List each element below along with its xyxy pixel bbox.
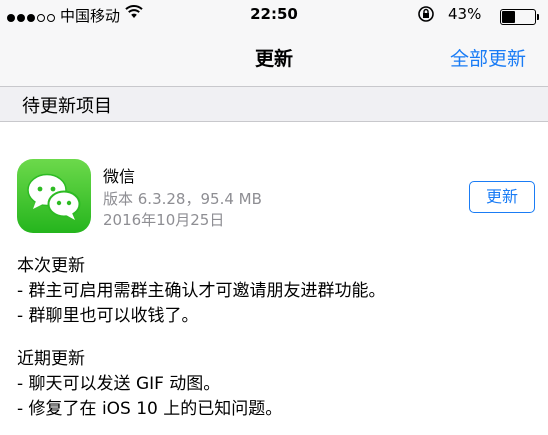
battery-icon	[500, 9, 539, 25]
wechat-icon[interactable]	[17, 159, 91, 233]
update-button[interactable]: 更新	[469, 181, 535, 213]
app-version: 版本 6.3.28，95.4 MB	[103, 190, 262, 208]
battery-percent: 43%	[448, 5, 482, 23]
release-note-item: - 聊天可以发送 GIF 动图。	[17, 374, 221, 394]
recent-update-header: 近期更新	[17, 349, 85, 369]
release-note-item: - 修复了在 iOS 10 上的已知问题。	[17, 399, 283, 419]
release-notes: 本次更新 - 群主可启用需群主确认才可邀请朋友进群功能。 - 群聊里也可以收钱了…	[17, 254, 386, 422]
release-note-item: - 群主可启用需群主确认才可邀请朋友进群功能。	[17, 281, 386, 301]
release-note-item: - 群聊里也可以收钱了。	[17, 306, 199, 326]
app-release-date: 2016年10月25日	[103, 211, 225, 229]
section-title: 待更新项目	[22, 96, 112, 117]
status-bar: 中国移动 22:50 43%	[0, 0, 548, 30]
current-update-header: 本次更新	[17, 256, 85, 276]
section-header: 待更新项目	[0, 87, 548, 122]
battery-fill	[502, 11, 515, 23]
top-chrome: 中国移动 22:50 43% 更新 全部更新	[0, 0, 548, 87]
app-name: 微信	[103, 167, 136, 186]
rotation-lock-icon	[417, 5, 435, 27]
update-all-button[interactable]: 全部更新	[450, 44, 526, 71]
